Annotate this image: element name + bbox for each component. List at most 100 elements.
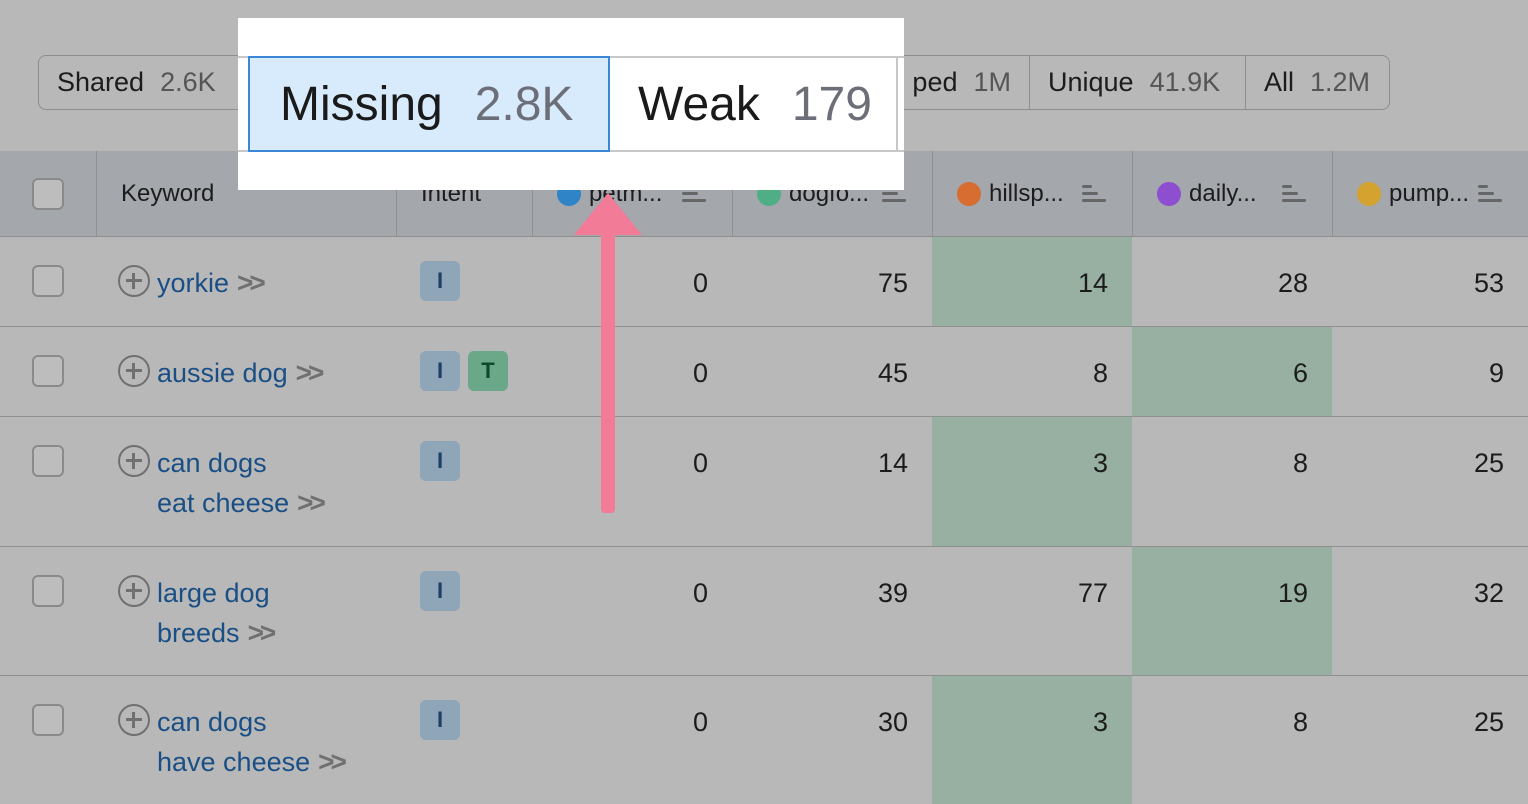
- tab-all[interactable]: All 1.2M: [1245, 56, 1389, 109]
- chevron-double-right-icon[interactable]: >>: [296, 357, 325, 388]
- header-domain-3[interactable]: hillsp...: [932, 151, 1132, 236]
- plus-circle-icon[interactable]: [118, 355, 150, 387]
- intent-cell: I: [396, 237, 532, 326]
- table-row: yorkie >> I 0 75 14 28 53: [0, 237, 1528, 327]
- domain-color-dot: [1157, 181, 1181, 206]
- intent-badge-informational: I: [420, 441, 460, 481]
- value-cell-highlighted: 3: [932, 676, 1132, 804]
- intent-badge-informational: I: [420, 700, 460, 740]
- keyword-cell: can dogs eat cheese >>: [96, 417, 396, 546]
- domain-label: pump...: [1389, 179, 1470, 207]
- keyword-link[interactable]: can dogs have cheese >>: [157, 702, 347, 782]
- row-checkbox[interactable]: [32, 355, 64, 387]
- tab-label: All: [1264, 67, 1295, 97]
- tab-count: 41.9K: [1149, 67, 1221, 97]
- tab-shared[interactable]: Shared 2.6K: [39, 56, 239, 109]
- keyword-link[interactable]: aussie dog >>: [157, 353, 325, 393]
- chevron-double-right-icon[interactable]: >>: [297, 487, 326, 518]
- keyword-line-2: eat cheese: [157, 488, 290, 518]
- plus-circle-icon[interactable]: [118, 704, 150, 736]
- row-checkbox-cell: [0, 237, 96, 326]
- select-all-checkbox[interactable]: [32, 177, 64, 210]
- keyword-line-1: large dog: [157, 578, 270, 608]
- intent-badge-informational: I: [420, 261, 460, 301]
- zoom-callout: Missing 2.8K Weak 179: [238, 18, 904, 190]
- row-checkbox-cell: [0, 327, 96, 416]
- value-cell: 45: [877, 358, 908, 388]
- intent-badge-informational: I: [420, 351, 460, 391]
- chevron-double-right-icon[interactable]: >>: [237, 267, 266, 298]
- value-cell: 75: [877, 268, 908, 298]
- table-row: can dogs eat cheese >> I 0 14 3 8 25: [0, 417, 1528, 547]
- keyword-line-1: can dogs: [157, 707, 267, 737]
- keyword-link[interactable]: can dogs eat cheese >>: [157, 443, 326, 523]
- tab-count: 1.2M: [1310, 67, 1371, 97]
- value-cell: 0: [692, 707, 708, 737]
- sort-icon[interactable]: [1478, 185, 1502, 203]
- tab-unique[interactable]: Unique 41.9K: [1029, 56, 1245, 109]
- plus-circle-icon[interactable]: [118, 265, 150, 297]
- intent-badge-transactional: T: [468, 351, 508, 391]
- keyword-cell: can dogs have cheese >>: [96, 676, 396, 804]
- plus-circle-icon[interactable]: [118, 445, 150, 477]
- domain-label: daily...: [1189, 179, 1257, 207]
- tab-label: Shared: [57, 67, 145, 97]
- intent-cell: I: [396, 547, 532, 675]
- keyword-text: aussie dog: [157, 358, 288, 388]
- chevron-double-right-icon[interactable]: >>: [248, 617, 277, 648]
- intent-cell: I: [396, 417, 532, 546]
- value-cell: 0: [692, 578, 708, 608]
- value-cell: 9: [1488, 358, 1504, 388]
- sort-icon[interactable]: [1282, 185, 1306, 203]
- value-cell: 8: [1092, 358, 1108, 388]
- tab-count: 2.6K: [160, 67, 216, 97]
- header-domain-5[interactable]: pump...: [1332, 151, 1528, 236]
- keyword-line-1: can dogs: [157, 448, 267, 478]
- table-row: large dog breeds >> I 0 39 77 19 32: [0, 547, 1528, 676]
- domain-color-dot: [1357, 181, 1381, 206]
- row-checkbox[interactable]: [32, 445, 64, 477]
- value-cell-highlighted: 3: [932, 417, 1132, 546]
- header-checkbox-cell: [0, 151, 96, 236]
- chevron-double-right-icon[interactable]: >>: [318, 746, 347, 777]
- plus-circle-icon[interactable]: [118, 575, 150, 607]
- row-checkbox-cell: [0, 547, 96, 675]
- intent-cell: I: [396, 676, 532, 804]
- row-checkbox-cell: [0, 417, 96, 546]
- domain-color-dot: [957, 181, 981, 206]
- value-cell-highlighted: 14: [932, 237, 1132, 326]
- intent-cell: I T: [396, 327, 532, 416]
- value-cell: 8: [1292, 448, 1308, 478]
- value-cell: 32: [1473, 578, 1504, 608]
- value-cell: 8: [1292, 707, 1308, 737]
- value-cell: 14: [877, 448, 908, 478]
- value-cell: 77: [1077, 578, 1108, 608]
- arrow-up-icon: [574, 193, 642, 513]
- arrow-head: [574, 193, 642, 235]
- tab-missing[interactable]: Missing 2.8K: [248, 56, 610, 152]
- tab-label: ped: [912, 67, 958, 97]
- tab-count: 1M: [973, 67, 1011, 97]
- value-cell: 28: [1277, 268, 1308, 298]
- row-checkbox[interactable]: [32, 704, 64, 736]
- value-cell: 39: [877, 578, 908, 608]
- keyword-link[interactable]: yorkie >>: [157, 263, 266, 303]
- tab-label: Unique: [1048, 67, 1134, 97]
- tab-weak[interactable]: Weak 179: [610, 56, 898, 152]
- row-checkbox[interactable]: [32, 575, 64, 607]
- keyword-cell: large dog breeds >>: [96, 547, 396, 675]
- value-cell: 25: [1473, 448, 1504, 478]
- tab-count: 179: [791, 77, 872, 131]
- value-cell: 53: [1473, 268, 1504, 298]
- value-cell: 30: [877, 707, 908, 737]
- keyword-link[interactable]: large dog breeds >>: [157, 573, 277, 653]
- value-cell: 25: [1473, 707, 1504, 737]
- row-checkbox[interactable]: [32, 265, 64, 297]
- sort-icon[interactable]: [1082, 185, 1106, 203]
- keyword-line-2: have cheese: [157, 747, 311, 777]
- tab-count: 2.8K: [474, 77, 574, 131]
- row-checkbox-cell: [0, 676, 96, 804]
- value-cell-highlighted: 6: [1132, 327, 1332, 416]
- keyword-line-2: breeds: [157, 618, 240, 648]
- header-domain-4[interactable]: daily...: [1132, 151, 1332, 236]
